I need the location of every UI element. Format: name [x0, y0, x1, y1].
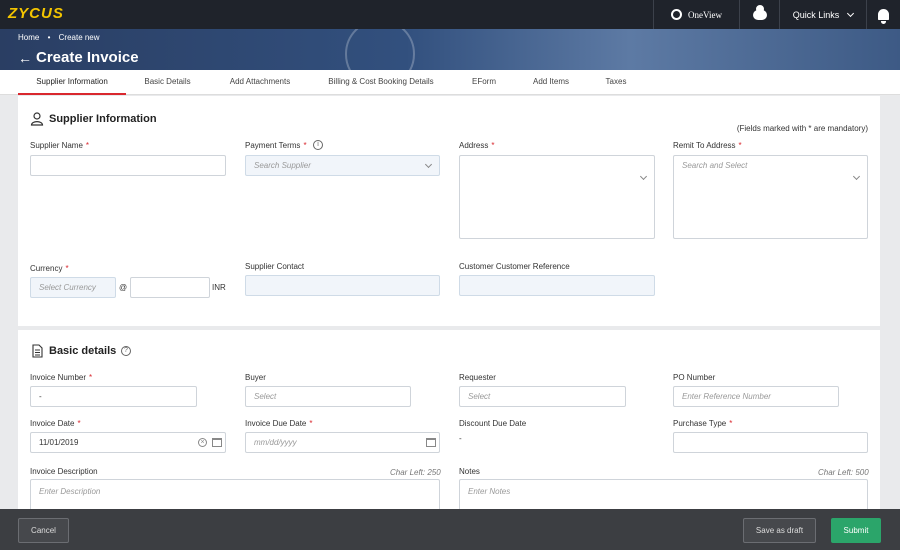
notes-placeholder: Enter Notes [468, 487, 511, 496]
back-arrow-icon[interactable]: ← [18, 50, 32, 66]
discount-due-date-label: Discount Due Date [459, 419, 527, 428]
payment-terms-label: Payment Terms * [245, 141, 307, 150]
tab-taxes[interactable]: Taxes [598, 70, 634, 95]
basic-details-section: Basic details ? Invoice Number * - Buyer … [18, 330, 880, 519]
currency-unit: INR [212, 283, 226, 292]
invoice-due-date-input[interactable]: mm/dd/yyyy [245, 432, 440, 453]
po-number-placeholder: Enter Reference Number [682, 392, 771, 401]
customer-reference-input[interactable] [459, 275, 655, 296]
quick-links-button[interactable]: Quick Links [779, 0, 866, 29]
invoice-date-label: Invoice Date * [30, 419, 81, 428]
cancel-button[interactable]: Cancel [18, 518, 69, 543]
breadcrumb-separator: • [47, 33, 51, 42]
mandatory-note: (Fields marked with * are mandatory) [736, 124, 868, 133]
cloud-icon [752, 4, 767, 20]
supplier-section-title-text: Supplier Information [49, 113, 157, 125]
chevron-down-icon [847, 9, 855, 17]
notes-char-left: Char Left: 500 [818, 468, 869, 477]
breadcrumb: Home • Create new [18, 33, 100, 42]
invoice-number-label: Invoice Number * [30, 373, 93, 382]
document-icon [32, 344, 43, 358]
po-number-label: PO Number [673, 373, 716, 382]
payment-terms-select[interactable]: Search Supplier [245, 155, 440, 176]
header-decoration [345, 29, 415, 70]
customer-reference-label: Customer Customer Reference [459, 262, 570, 271]
chevron-down-icon [639, 172, 648, 181]
tab-add-attachments[interactable]: Add Attachments [220, 70, 300, 95]
oneview-icon [671, 9, 683, 20]
purchase-type-select[interactable] [673, 432, 868, 453]
supplier-name-input[interactable] [30, 155, 226, 176]
clear-icon[interactable]: × [198, 438, 207, 447]
supplier-information-section: Supplier Information (Fields marked with… [18, 96, 880, 326]
action-footer: Cancel Save as draft Submit [0, 509, 900, 550]
requester-label: Requester [459, 373, 496, 382]
description-char-left: Char Left: 250 [390, 468, 441, 477]
calendar-icon[interactable] [212, 438, 222, 447]
cloud-button[interactable] [739, 0, 779, 29]
oneview-button[interactable]: OneView [653, 0, 739, 29]
requester-placeholder: Select [468, 392, 491, 401]
notes-label: Notes [459, 467, 480, 476]
invoice-due-date-label: Invoice Due Date * [245, 419, 313, 428]
chevron-down-icon [424, 160, 433, 169]
address-label: Address * [459, 141, 495, 150]
payment-terms-placeholder: Search Supplier [254, 161, 311, 170]
at-sign: @ [119, 283, 128, 292]
basic-section-title-text: Basic details [49, 345, 117, 357]
supplier-section-title: Supplier Information [30, 112, 157, 126]
page-title-text: Create Invoice [36, 49, 139, 66]
tab-billing-cost-booking[interactable]: Billing & Cost Booking Details [322, 70, 440, 95]
supplier-contact-input[interactable] [245, 275, 440, 296]
remit-to-address-label: Remit To Address * [673, 141, 742, 150]
currency-label: Currency * [30, 264, 69, 273]
supplier-name-label: Supplier Name * [30, 141, 90, 150]
oneview-label: OneView [688, 9, 722, 20]
tab-bar: Supplier Information Basic Details Add A… [0, 70, 900, 95]
buyer-placeholder: Select [254, 392, 277, 401]
tab-eform[interactable]: EForm [462, 70, 506, 95]
address-select[interactable] [459, 155, 655, 239]
due-date-placeholder: mm/dd/yyyy [254, 438, 297, 447]
currency-placeholder: Select Currency [39, 283, 96, 292]
remit-placeholder: Search and Select [682, 161, 748, 170]
basic-section-title: Basic details [30, 344, 116, 358]
supplier-icon [30, 112, 44, 126]
bell-icon [878, 9, 889, 24]
tab-basic-details[interactable]: Basic Details [135, 70, 200, 95]
invoice-description-label: Invoice Description [30, 467, 98, 476]
po-number-input[interactable]: Enter Reference Number [673, 386, 839, 407]
breadcrumb-current: Create new [58, 33, 100, 42]
invoice-date-input[interactable]: 11/01/2019 × [30, 432, 226, 453]
notifications-button[interactable] [866, 0, 900, 29]
info-icon[interactable]: i [313, 140, 323, 150]
quick-links-label: Quick Links [792, 9, 840, 20]
currency-select[interactable]: Select Currency [30, 277, 116, 298]
zycus-logo[interactable]: ZYCUS [8, 5, 64, 22]
invoice-date-value: 11/01/2019 [39, 438, 79, 447]
save-as-draft-button[interactable]: Save as draft [743, 518, 816, 543]
page-title: ← Create Invoice [18, 49, 139, 66]
requester-select[interactable]: Select [459, 386, 626, 407]
description-placeholder: Enter Description [39, 487, 101, 496]
page-header: Home • Create new ← Create Invoice [0, 29, 900, 70]
buyer-label: Buyer [245, 373, 266, 382]
buyer-select[interactable]: Select [245, 386, 411, 407]
purchase-type-label: Purchase Type * [673, 419, 733, 428]
help-icon[interactable]: ? [121, 346, 131, 356]
invoice-number-input[interactable]: - [30, 386, 197, 407]
exchange-rate-input[interactable] [130, 277, 210, 298]
tab-supplier-information[interactable]: Supplier Information [18, 70, 126, 95]
breadcrumb-home[interactable]: Home [18, 33, 39, 42]
discount-due-date-value: - [459, 434, 462, 443]
chevron-down-icon [852, 172, 861, 181]
remit-to-address-select[interactable]: Search and Select [673, 155, 868, 239]
top-bar: ZYCUS OneView Quick Links [0, 0, 900, 29]
supplier-contact-label: Supplier Contact [245, 262, 305, 271]
calendar-icon[interactable] [426, 438, 436, 447]
submit-button[interactable]: Submit [831, 518, 881, 543]
tab-add-items[interactable]: Add Items [524, 70, 578, 95]
